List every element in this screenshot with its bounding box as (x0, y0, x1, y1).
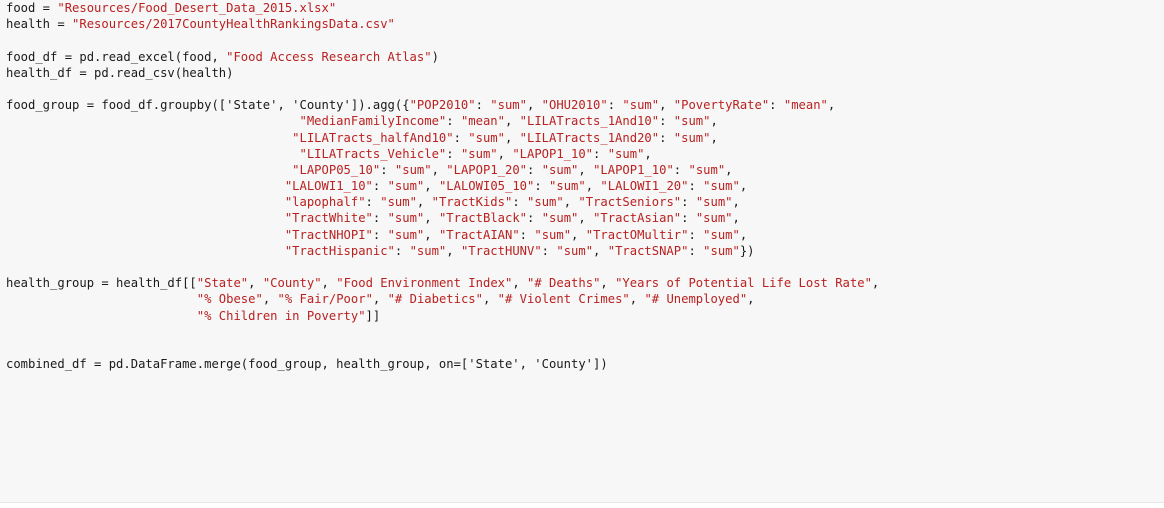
code-line: food = "Resources/Food_Desert_Data_2015.… (6, 1, 337, 15)
code-editor[interactable]: food = "Resources/Food_Desert_Data_2015.… (6, 0, 879, 372)
code-line: health_group = health_df[["State", "Coun… (6, 276, 880, 291)
code-line: "LALOWI1_10": "sum", "LALOWI05_10": "sum… (284, 179, 748, 194)
code-line: combined_df = pd.DataFrame.merge(food_gr… (6, 357, 608, 372)
code-line: "LILATracts_Vehicle": "sum", "LAPOP1_10"… (299, 146, 652, 161)
code-line: "TractNHOPI": "sum", "TractAIAN": "sum",… (284, 227, 748, 242)
code-line: "LAPOP05_10": "sum", "LAPOP1_20": "sum",… (292, 162, 733, 177)
code-line: "% Obese", "% Fair/Poor", "# Diabetics",… (196, 292, 755, 307)
code-line: "% Children in Poverty"]] (196, 308, 381, 323)
code-cell[interactable]: food = "Resources/Food_Desert_Data_2015.… (0, 0, 1164, 503)
code-line: food_df = pd.read_excel(food, "Food Acce… (6, 49, 439, 64)
code-line: food_group = food_df.groupby(['State', '… (6, 98, 836, 113)
code-line: "MedianFamilyIncome": "mean", "LILATract… (299, 114, 718, 129)
code-line: "LILATracts_halfAnd10": "sum", "LILATrac… (292, 130, 718, 145)
code-line: "lapophalf": "sum", "TractKids": "sum", … (284, 195, 740, 210)
code-line: "TractWhite": "sum", "TractBlack": "sum"… (284, 211, 740, 226)
code-line: health_df = pd.read_csv(health) (6, 65, 234, 80)
code-line: health = "Resources/2017CountyHealthRank… (6, 17, 395, 32)
code-line: "TractHispanic": "sum", "TractHUNV": "su… (284, 243, 755, 258)
